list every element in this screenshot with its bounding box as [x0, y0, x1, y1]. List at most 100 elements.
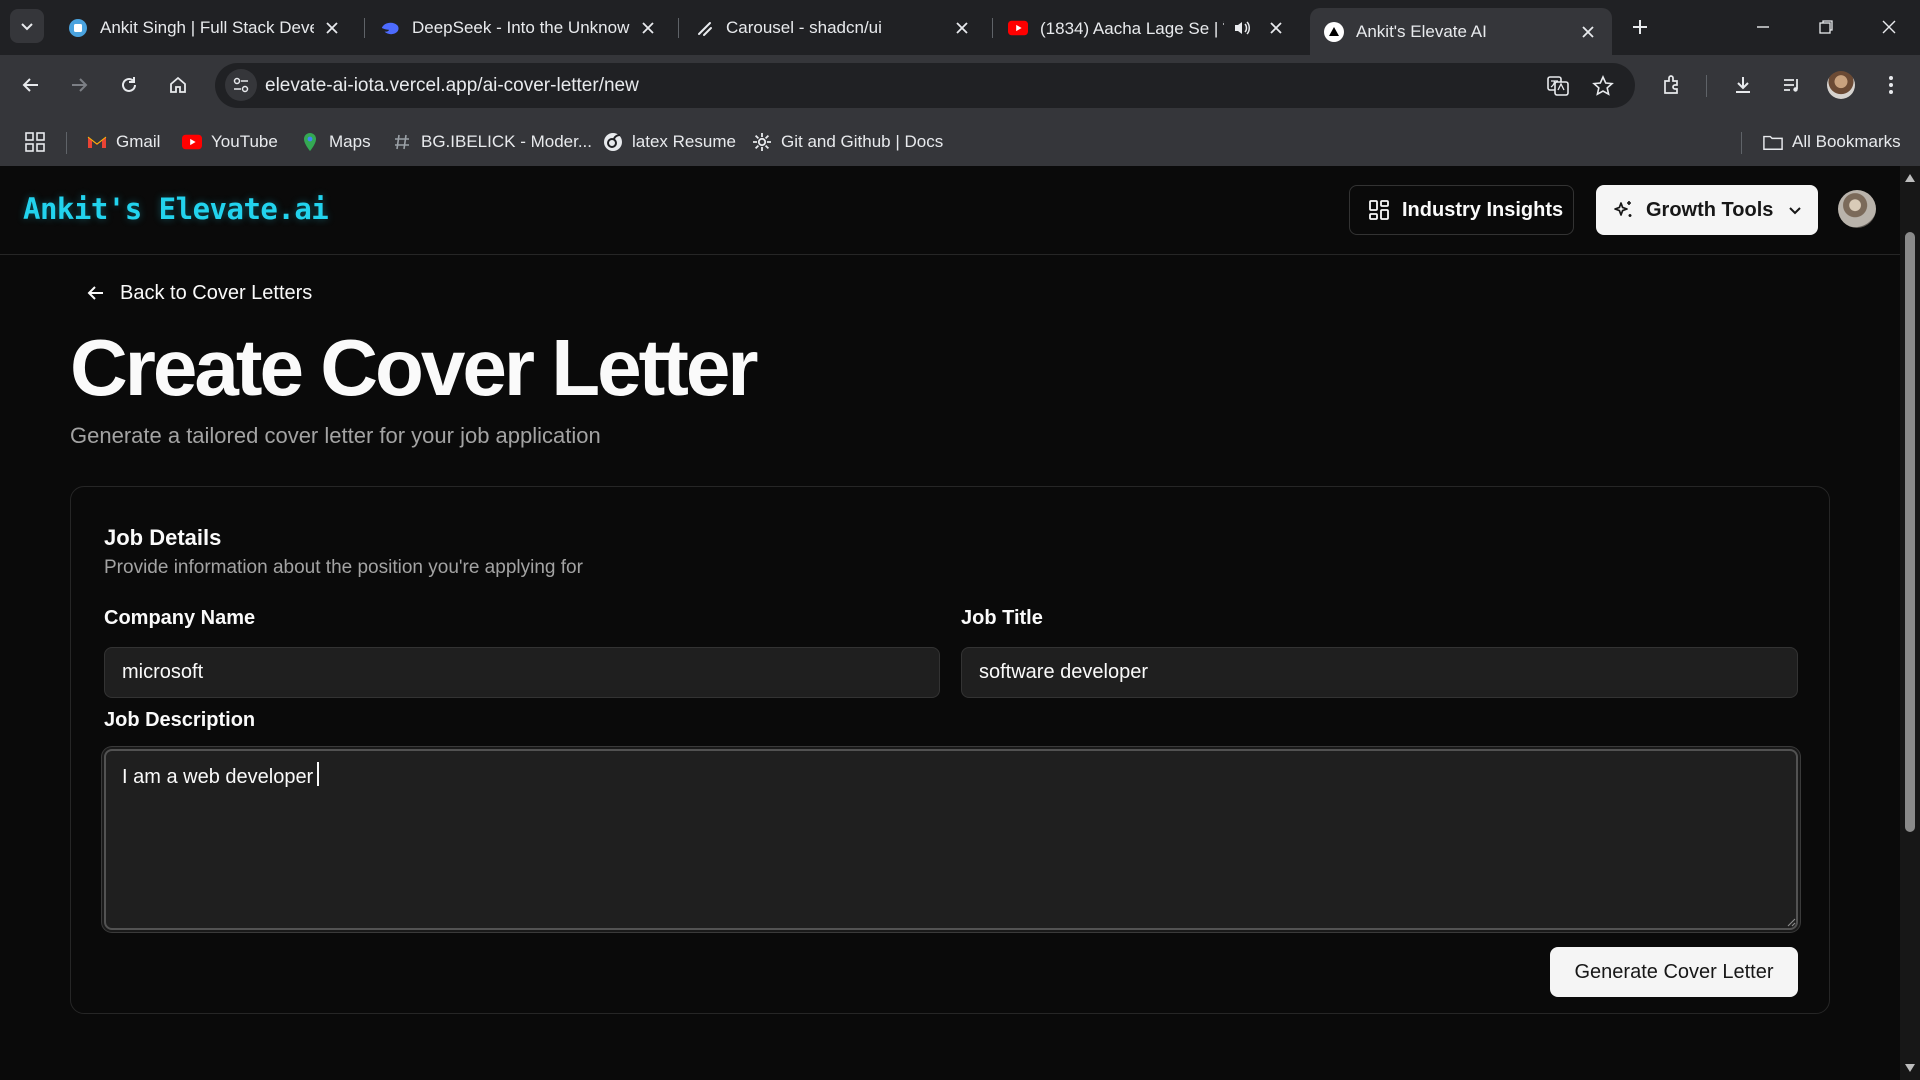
scrollbar-thumb[interactable]: [1905, 232, 1915, 832]
tab-title: (1834) Aacha Lage Se | अि: [1040, 19, 1224, 38]
tab-separator: [364, 18, 365, 38]
hash-icon: [392, 132, 412, 152]
all-bookmarks-label: All Bookmarks: [1792, 132, 1901, 151]
bookmark-star-icon[interactable]: [1590, 73, 1616, 99]
sparkles-icon: [1612, 199, 1634, 221]
page-viewport: Ankit's Elevate.ai Industry Insights Gro…: [0, 166, 1900, 1080]
tab-title: Carousel - shadcn/ui: [726, 17, 882, 37]
address-bar[interactable]: elevate-ai-iota.vercel.app/ai-cover-lett…: [215, 63, 1635, 108]
shadcn-icon: [694, 18, 714, 38]
text-caret: [317, 762, 319, 786]
new-tab-button[interactable]: [1625, 12, 1655, 42]
close-icon[interactable]: [638, 18, 658, 38]
tab-search-button[interactable]: [10, 9, 44, 43]
toolbar-divider: [1706, 75, 1707, 97]
user-avatar[interactable]: [1838, 190, 1876, 228]
media-control-icon[interactable]: [1776, 69, 1808, 101]
bookmark-youtube[interactable]: YouTube: [182, 129, 278, 155]
tune-icon: [233, 77, 249, 93]
back-link-label: Back to Cover Letters: [120, 281, 313, 304]
arrow-right-icon: [72, 78, 88, 92]
speaker-icon[interactable]: [1232, 18, 1252, 38]
site-info-button[interactable]: [225, 69, 257, 101]
profile-avatar[interactable]: [1825, 69, 1857, 101]
reload-icon: [122, 77, 136, 92]
browser-tab-active[interactable]: Ankit's Elevate AI: [1310, 8, 1612, 55]
reload-button[interactable]: [113, 69, 145, 101]
page-title: Create Cover Letter: [70, 323, 758, 412]
job-description-textarea[interactable]: I am a web developer: [104, 749, 1798, 930]
bookmark-label: Gmail: [116, 132, 161, 151]
close-icon[interactable]: [1266, 18, 1286, 38]
industry-insights-button[interactable]: Industry Insights: [1349, 185, 1574, 235]
bookmark-latex-resume[interactable]: latex Resume: [603, 129, 736, 155]
arrow-left-icon: [22, 78, 38, 92]
window-close-button[interactable]: [1869, 10, 1909, 44]
extensions-icon[interactable]: [1656, 69, 1688, 101]
growth-tools-dropdown[interactable]: Growth Tools: [1596, 185, 1818, 235]
apps-grid-icon[interactable]: [22, 129, 48, 155]
translate-icon[interactable]: [1545, 73, 1571, 99]
bookmark-label: BG.IBELICK - Moder...: [421, 132, 593, 151]
resize-handle-icon[interactable]: [1786, 917, 1796, 927]
restore-icon: [1819, 20, 1833, 34]
home-icon: [170, 76, 186, 93]
tab-title: Ankit Singh | Full Stack Develc: [100, 17, 314, 37]
page-scrollbar[interactable]: [1900, 166, 1920, 1080]
vercel-triangle-icon: [1324, 21, 1344, 42]
all-bookmarks[interactable]: All Bookmarks: [1763, 129, 1901, 155]
tab-separator: [992, 18, 993, 38]
back-button[interactable]: [15, 69, 47, 101]
scroll-down-arrow-icon[interactable]: [1904, 1062, 1916, 1074]
restore-button[interactable]: [1806, 10, 1846, 44]
forward-button[interactable]: [63, 69, 95, 101]
url-text[interactable]: elevate-ai-iota.vercel.app/ai-cover-lett…: [265, 75, 639, 97]
close-icon[interactable]: [1578, 22, 1598, 42]
bookmark-gmail[interactable]: Gmail: [87, 129, 160, 155]
tab-title: Ankit's Elevate AI: [1356, 21, 1487, 41]
industry-insights-label: Industry Insights: [1402, 198, 1564, 221]
bookmark-git-github[interactable]: Git and Github | Docs: [752, 129, 943, 155]
back-to-cover-letters-link[interactable]: Back to Cover Letters: [86, 278, 312, 308]
company-name-label: Company Name: [104, 607, 256, 629]
chevron-down-icon: [21, 23, 33, 31]
youtube-icon: [1008, 18, 1028, 38]
bookmark-label: Git and Github | Docs: [781, 132, 944, 151]
growth-tools-label: Growth Tools: [1646, 198, 1774, 221]
bookmark-bg-ibelick[interactable]: BG.IBELICK - Moder...: [392, 129, 592, 155]
page-subtitle: Generate a tailored cover letter for you…: [70, 423, 601, 448]
minimize-button[interactable]: [1743, 10, 1783, 44]
generate-cover-letter-button[interactable]: Generate Cover Letter: [1550, 947, 1798, 997]
browser-tab-strip: Ankit Singh | Full Stack Develc DeepSeek…: [0, 0, 1920, 55]
brand-logo[interactable]: Ankit's Elevate.ai: [23, 192, 329, 226]
bookmark-separator: [1741, 132, 1742, 154]
bookmarks-bar: Gmail YouTube Maps BG.IBELICK - Moder...…: [0, 118, 1920, 166]
job-title-label: Job Title: [961, 607, 1043, 629]
card-description: Provide information about the position y…: [104, 557, 583, 578]
arrow-left-icon: [86, 283, 106, 303]
bookmark-separator: [66, 132, 67, 154]
browser-tab[interactable]: Ankit Singh | Full Stack Develc: [54, 8, 356, 47]
browser-tab[interactable]: (1834) Aacha Lage Se | अि: [994, 8, 1300, 47]
browser-tab[interactable]: DeepSeek - Into the Unknown: [366, 8, 672, 47]
card-title: Job Details: [104, 525, 222, 550]
profile-favicon-icon: [68, 18, 88, 38]
company-name-input[interactable]: [104, 647, 940, 698]
folder-icon: [1763, 132, 1783, 152]
tab-separator: [678, 18, 679, 38]
tab-title: DeepSeek - Into the Unknown: [412, 17, 630, 37]
job-details-card: Job Details Provide information about th…: [70, 486, 1830, 1014]
bookmark-label: latex Resume: [632, 132, 736, 151]
download-icon[interactable]: [1727, 69, 1759, 101]
browser-tab[interactable]: Carousel - shadcn/ui: [680, 8, 986, 47]
kebab-menu-icon[interactable]: [1875, 69, 1907, 101]
close-icon: [1882, 20, 1896, 34]
close-icon[interactable]: [322, 18, 342, 38]
gmail-icon: [87, 132, 107, 152]
bookmark-maps[interactable]: Maps: [300, 129, 371, 155]
home-button[interactable]: [162, 69, 194, 101]
scroll-up-arrow-icon[interactable]: [1904, 172, 1916, 184]
plus-icon: [1633, 20, 1647, 34]
close-icon[interactable]: [952, 18, 972, 38]
job-title-input[interactable]: [961, 647, 1798, 698]
